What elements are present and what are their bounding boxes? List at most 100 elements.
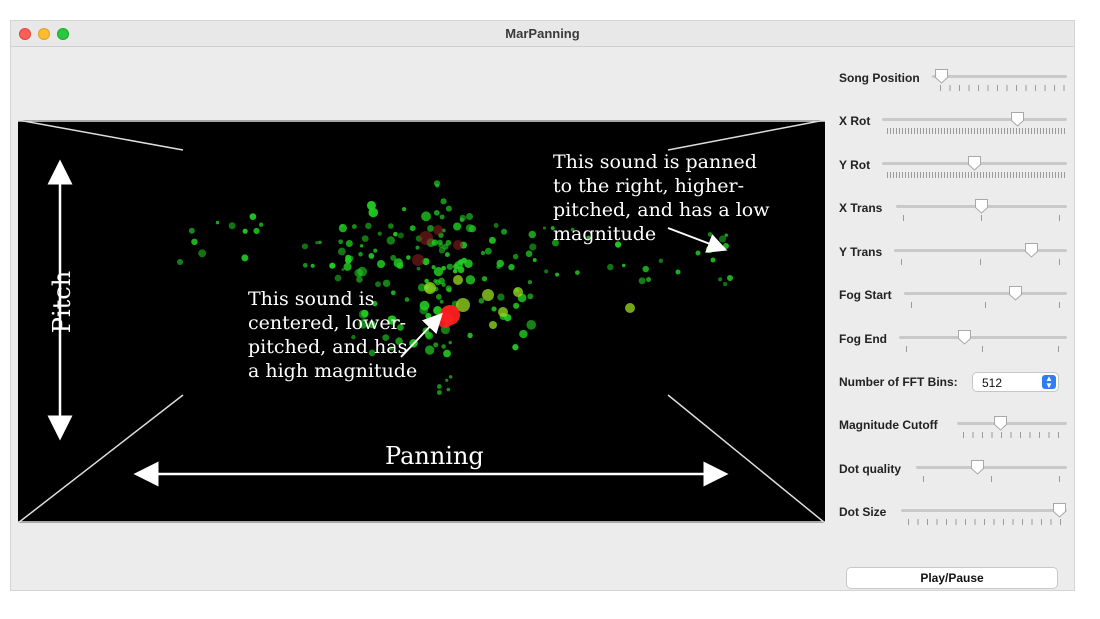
- slider-thumb[interactable]: [1052, 502, 1067, 518]
- sound-dot: [465, 275, 476, 285]
- slider-thumb[interactable]: [974, 198, 989, 214]
- magnitude-cutoff-slider[interactable]: [957, 422, 1067, 425]
- visualization-canvas[interactable]: Pitch Panning This sound is panned to th…: [18, 120, 825, 523]
- room-edge-bottom-right: [667, 394, 825, 523]
- sound-dot: [242, 228, 248, 234]
- sound-dot: [345, 240, 353, 248]
- slider-label: Fog Start: [839, 288, 892, 302]
- pitch-label: Pitch: [48, 270, 76, 334]
- slider-label: Y Rot: [839, 158, 871, 172]
- sound-dot: [646, 277, 652, 283]
- sound-dot: [513, 287, 523, 297]
- sound-dot: [448, 340, 452, 345]
- room-edge-bottom-left: [18, 394, 184, 523]
- sound-dot: [415, 245, 420, 250]
- fog-start-slider[interactable]: [904, 292, 1067, 295]
- slider-row-fog-end: Fog End: [839, 322, 1067, 362]
- sound-dot: [457, 266, 465, 274]
- sound-dot: [435, 294, 442, 300]
- sound-dot: [453, 240, 463, 250]
- sound-dot: [438, 247, 446, 254]
- sound-dot: [258, 222, 264, 227]
- sound-dot: [439, 299, 444, 304]
- sound-dot: [425, 312, 432, 319]
- sound-dot: [351, 224, 357, 230]
- fog-end-slider[interactable]: [899, 336, 1067, 339]
- sound-dot: [508, 263, 515, 271]
- sound-dot: [373, 248, 378, 253]
- sound-dot: [409, 225, 416, 232]
- sound-dot: [425, 345, 435, 355]
- slider-thumb[interactable]: [967, 155, 982, 171]
- slider-thumb[interactable]: [1008, 285, 1023, 301]
- sound-dot: [488, 236, 496, 244]
- sound-dot: [453, 275, 463, 285]
- slider-thumb[interactable]: [934, 68, 949, 84]
- sound-dot: [433, 225, 443, 235]
- sound-dot: [338, 239, 344, 245]
- dot-size-slider[interactable]: [901, 509, 1067, 512]
- sound-dot: [489, 321, 497, 329]
- sound-dot: [441, 344, 446, 349]
- slider-label: X Rot: [839, 114, 871, 128]
- sound-dot: [177, 258, 184, 266]
- sound-dot: [427, 225, 434, 232]
- slider-ticks: [908, 519, 1067, 525]
- center-sound-annotation: This sound is centered, lower- pitched, …: [248, 288, 418, 382]
- slider-ticks: [923, 476, 1067, 482]
- sound-dot: [424, 282, 436, 294]
- sound-dot: [365, 222, 372, 230]
- sound-dot: [439, 214, 445, 220]
- sound-dot: [419, 231, 433, 245]
- slider-label: Y Trans: [839, 245, 883, 259]
- song-position-slider[interactable]: [932, 75, 1067, 78]
- slider-thumb[interactable]: [993, 415, 1008, 431]
- sound-dot: [638, 277, 646, 285]
- sound-dot: [723, 281, 728, 287]
- slider-thumb[interactable]: [1010, 111, 1025, 127]
- sound-dot: [497, 293, 505, 301]
- sound-dot: [575, 270, 580, 275]
- slider-thumb[interactable]: [970, 459, 985, 475]
- sound-dot: [727, 275, 733, 281]
- sound-dot: [465, 212, 473, 220]
- slider-ticks: [940, 85, 1067, 91]
- slider-thumb[interactable]: [957, 329, 972, 345]
- sound-dot: [318, 240, 322, 245]
- slider-ticks: [903, 215, 1067, 221]
- stepper-arrows-icon: ▲ ▼: [1042, 375, 1056, 390]
- sound-dot: [341, 267, 345, 272]
- sound-dot: [354, 268, 363, 278]
- sound-dot: [215, 220, 220, 225]
- slider-label: Dot quality: [839, 462, 901, 476]
- fft-bins-label: Number of FFT Bins:: [839, 375, 958, 389]
- sound-dot: [445, 285, 452, 292]
- app-window: MarPanning Pitch Panning This sound is p…: [10, 20, 1075, 591]
- dot-quality-slider[interactable]: [916, 466, 1067, 469]
- sound-dot: [241, 254, 249, 262]
- sound-dot: [253, 227, 260, 235]
- sound-dot: [386, 236, 396, 245]
- sound-dot: [446, 387, 451, 392]
- title-bar: MarPanning: [11, 21, 1074, 47]
- play-pause-button[interactable]: Play/Pause: [846, 567, 1058, 589]
- room-edge-top-left: [18, 120, 184, 151]
- slider-thumb[interactable]: [1024, 242, 1039, 258]
- sound-dot: [482, 289, 494, 301]
- sound-dot: [481, 276, 488, 282]
- slider-ticks: [963, 432, 1067, 438]
- sound-dot: [675, 269, 681, 275]
- sound-dot: [444, 252, 450, 258]
- right-sound-annotation: This sound is panned to the right, highe…: [553, 151, 770, 245]
- fft-bins-select[interactable]: 512 ▲ ▼: [972, 372, 1059, 392]
- slider-ticks: [887, 172, 1067, 178]
- y-trans-slider[interactable]: [894, 249, 1067, 252]
- sound-dot: [695, 250, 701, 256]
- slider-row-dot-size: Dot Size: [839, 495, 1067, 535]
- sound-dot: [519, 329, 528, 339]
- sound-dot: [419, 305, 429, 315]
- sound-dot: [436, 390, 442, 395]
- sound-dot: [412, 254, 424, 266]
- slider-ticks: [906, 346, 1067, 352]
- x-rot-slider[interactable]: [882, 118, 1067, 121]
